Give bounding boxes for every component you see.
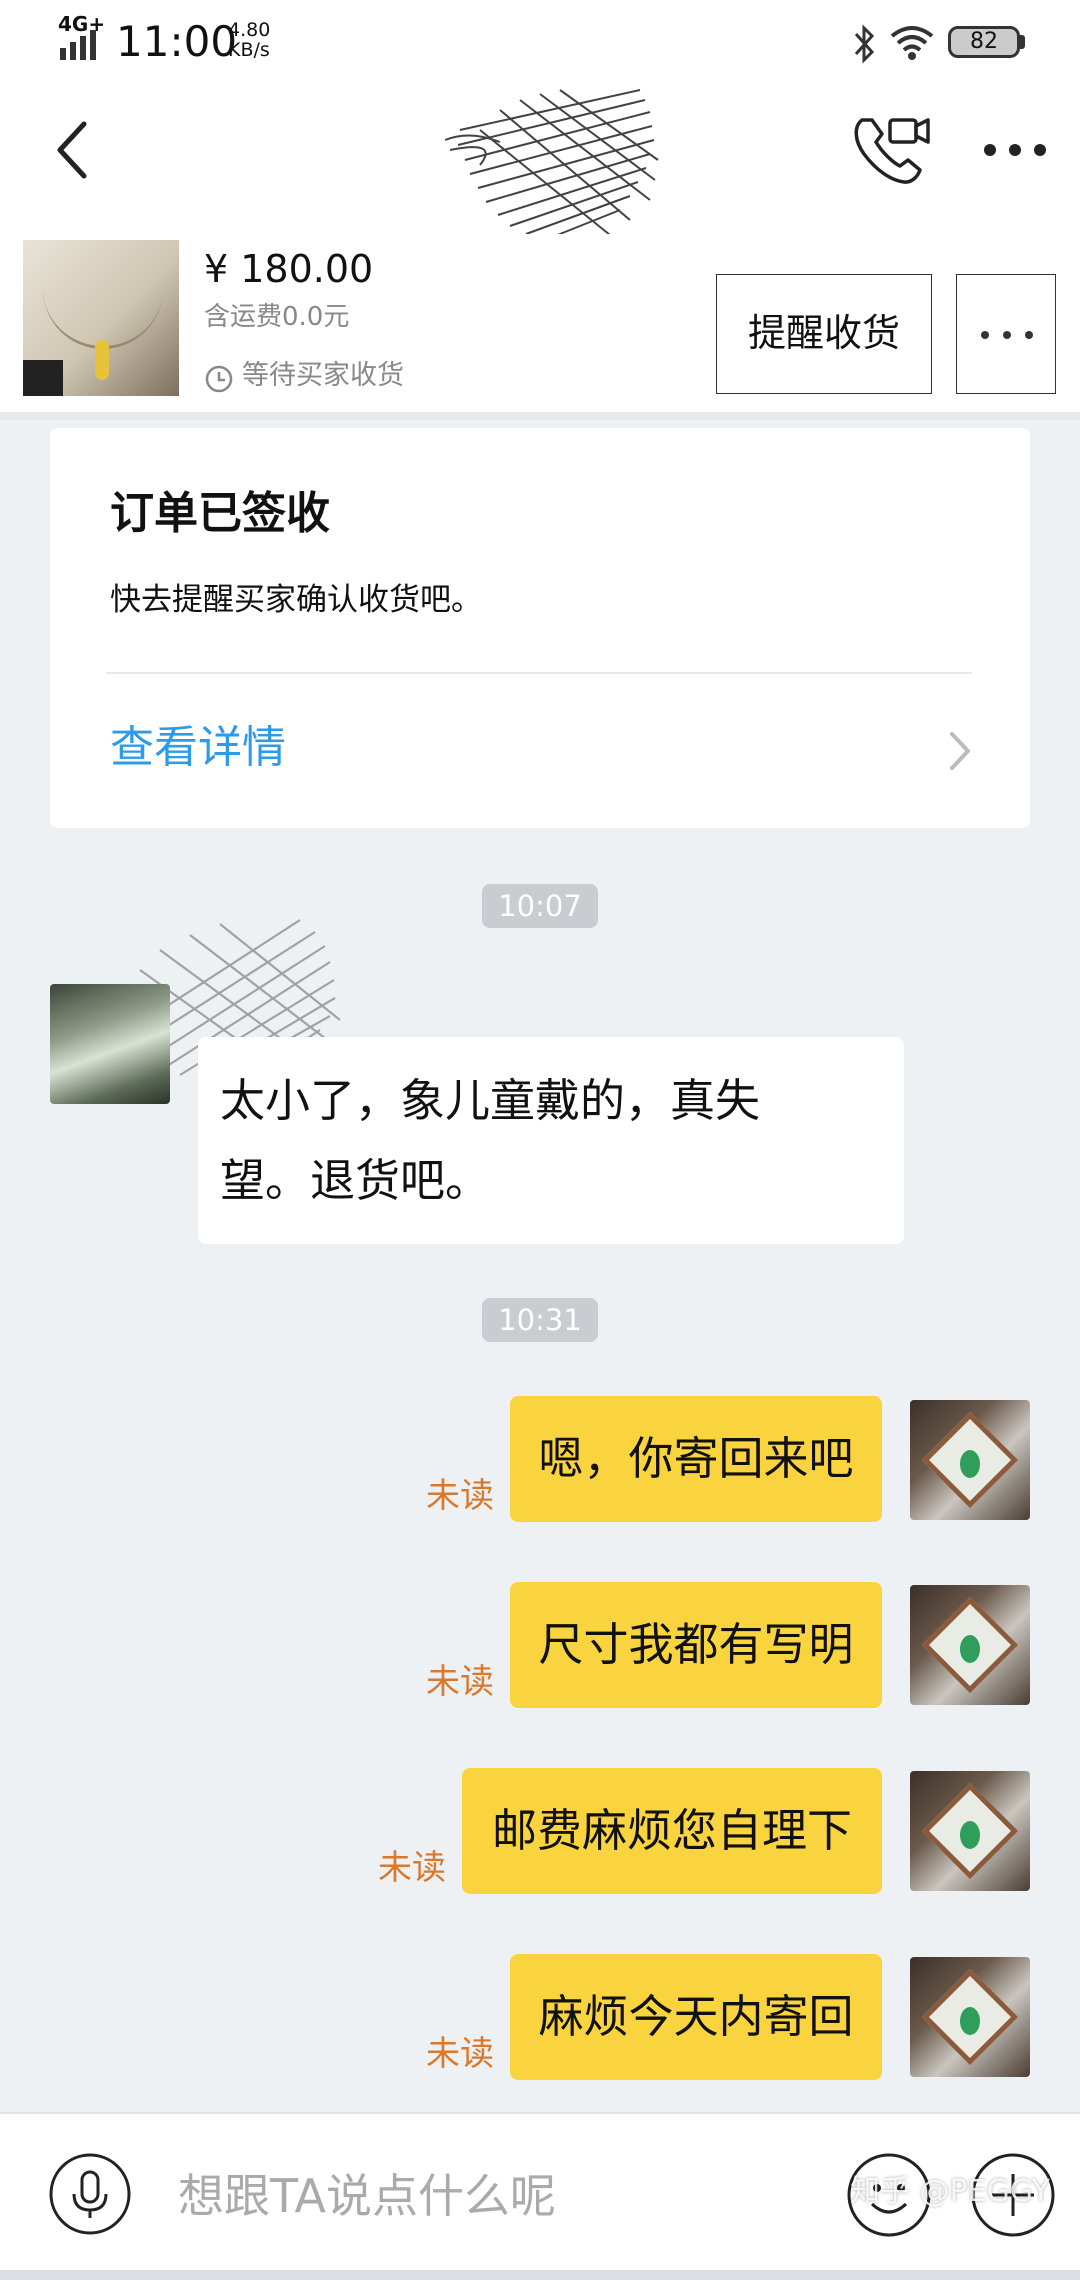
my-avatar[interactable] — [910, 1771, 1030, 1891]
video-call-icon[interactable] — [848, 110, 934, 190]
avatar-gem — [960, 1635, 980, 1663]
incoming-message-bubble[interactable]: 太小了，象儿童戴的，真失 望。退货吧。 — [198, 1037, 904, 1244]
shipping-fee: 含运费0.0元 — [204, 302, 350, 332]
unread-status: 未读 — [378, 1848, 446, 1888]
signal-icon — [60, 30, 96, 60]
product-thumbnail[interactable] — [23, 240, 179, 396]
card-description: 快去提醒买家确认收货吧。 — [110, 582, 482, 618]
unread-status: 未读 — [426, 1662, 494, 1702]
back-icon[interactable] — [46, 110, 106, 190]
outgoing-message-bubble[interactable]: 邮费麻烦您自理下 — [462, 1768, 882, 1894]
chevron-right-icon[interactable] — [944, 726, 974, 776]
watermark: 知乎 @PEGGY — [850, 2174, 1050, 2209]
message-timestamp: 10:31 — [482, 1298, 598, 1342]
view-details-link[interactable]: 查看详情 — [110, 718, 286, 778]
bottom-strip — [0, 2270, 1080, 2280]
product-shadow — [23, 360, 63, 396]
my-avatar[interactable] — [910, 1585, 1030, 1705]
product-price: ¥ 180.00 — [204, 247, 374, 291]
outgoing-message-bubble[interactable]: 尺寸我都有写明 — [510, 1582, 882, 1708]
battery-icon: 82 — [948, 26, 1020, 58]
unread-status: 未读 — [426, 1476, 494, 1516]
dot — [981, 331, 989, 339]
clock-icon — [205, 365, 233, 393]
outgoing-message-bubble[interactable]: 麻烦今天内寄回 — [510, 1954, 882, 2080]
remind-receipt-button[interactable]: 提醒收货 — [716, 274, 932, 394]
avatar-gem — [960, 2007, 980, 2035]
outgoing-message-bubble[interactable]: 嗯，你寄回来吧 — [510, 1396, 882, 1522]
my-avatar[interactable] — [910, 1957, 1030, 2077]
card-title: 订单已签收 — [110, 488, 330, 539]
wifi-icon — [890, 26, 934, 60]
battery-tip — [1020, 35, 1025, 49]
more-icon[interactable] — [980, 120, 1050, 180]
microphone-icon[interactable] — [48, 2152, 132, 2236]
product-pendant — [95, 340, 109, 380]
status-time: 11:00 — [116, 17, 238, 66]
redacted-contact-name — [444, 89, 659, 243]
contact-avatar[interactable] — [50, 984, 170, 1104]
order-status: 等待买家收货 — [242, 360, 404, 391]
avatar-gem — [960, 1450, 980, 1478]
card-divider — [106, 672, 972, 674]
message-text-line: 太小了，象儿童戴的，真失 — [220, 1074, 761, 1127]
bluetooth-icon — [854, 24, 875, 64]
network-speed: 4.80 KB/s — [228, 19, 271, 61]
message-input[interactable]: 想跟TA说点什么呢 — [178, 2166, 556, 2226]
my-avatar[interactable] — [910, 1400, 1030, 1520]
message-text-line: 望。退货吧。 — [220, 1154, 491, 1207]
dot — [1025, 331, 1033, 339]
message-timestamp: 10:07 — [482, 884, 598, 928]
product-cord — [43, 276, 163, 349]
order-more-button[interactable] — [956, 274, 1056, 394]
unread-status: 未读 — [426, 2034, 494, 2074]
avatar-gem — [960, 1821, 980, 1849]
dot — [1003, 331, 1011, 339]
